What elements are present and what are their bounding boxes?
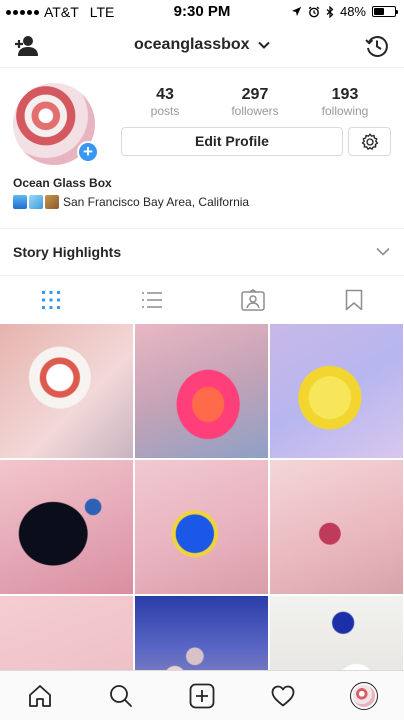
stat-value: 43 — [156, 86, 174, 103]
nav-profile[interactable] — [323, 671, 404, 720]
tab-list[interactable] — [101, 276, 202, 324]
bio-location: San Francisco Bay Area, California — [63, 195, 250, 209]
username: oceanglassbox — [133, 36, 250, 53]
post-thumbnail[interactable] — [135, 460, 268, 594]
tab-tagged[interactable] — [202, 276, 303, 324]
bio-line: San Francisco Bay Area, California — [13, 195, 249, 209]
stat-following[interactable]: 193 following — [300, 86, 390, 118]
display-name: Ocean Glass Box — [13, 176, 112, 190]
list-icon — [141, 292, 162, 308]
nav-new-post[interactable] — [162, 671, 243, 720]
bottom-nav — [0, 670, 404, 720]
chevron-down-icon — [258, 41, 270, 49]
stat-label: followers — [231, 104, 279, 118]
wave-emoji-icon — [13, 195, 27, 209]
stat-label: following — [321, 104, 369, 118]
tab-grid[interactable] — [0, 276, 101, 324]
profile-header: oceanglassbox — [0, 24, 404, 68]
saved-icon — [345, 289, 362, 311]
stat-posts[interactable]: 43 posts — [120, 86, 210, 118]
new-post-icon — [189, 683, 215, 708]
settings-button[interactable] — [348, 127, 391, 156]
location-arrow-icon — [291, 6, 302, 17]
post-thumbnail[interactable] — [135, 324, 268, 458]
profile-stats: 43 posts 297 followers 193 following — [120, 86, 390, 118]
battery-icon — [372, 6, 398, 17]
posts-grid — [0, 324, 404, 720]
post-thumbnail[interactable] — [0, 324, 133, 458]
profile-avatar-small — [349, 681, 378, 710]
tab-saved[interactable] — [303, 276, 404, 324]
history-icon[interactable] — [364, 33, 390, 59]
gear-icon — [361, 132, 378, 150]
bluetooth-icon — [326, 5, 334, 18]
stat-value: 297 — [241, 86, 269, 103]
edit-profile-button[interactable]: Edit Profile — [121, 127, 343, 156]
tagged-icon — [240, 289, 265, 311]
package-emoji-icon — [45, 195, 59, 209]
post-thumbnail[interactable] — [270, 460, 403, 594]
chevron-down-icon — [376, 247, 390, 256]
post-thumbnail[interactable] — [270, 324, 403, 458]
battery-percent: 48% — [339, 4, 366, 19]
grid-icon — [41, 291, 60, 309]
stat-label: posts — [150, 104, 180, 118]
nav-home[interactable] — [0, 671, 81, 720]
post-thumbnail[interactable] — [0, 460, 133, 594]
add-story-plus-icon[interactable]: + — [77, 141, 99, 163]
story-highlights-row[interactable]: Story Highlights — [0, 229, 404, 275]
stat-value: 193 — [331, 86, 359, 103]
heart-icon — [271, 685, 295, 706]
story-highlights-label: Story Highlights — [13, 244, 122, 260]
fish-emoji-icon — [29, 195, 43, 209]
stat-followers[interactable]: 297 followers — [210, 86, 300, 118]
view-tabs — [0, 276, 404, 324]
username-switcher[interactable]: oceanglassbox — [0, 36, 404, 54]
alarm-icon — [308, 5, 320, 17]
status-bar: AT&T LTE 9:30 PM 48% — [0, 0, 404, 24]
search-icon — [110, 684, 133, 707]
nav-search[interactable] — [81, 671, 162, 720]
nav-activity[interactable] — [242, 671, 323, 720]
home-icon — [29, 684, 52, 707]
status-right: 48% — [291, 4, 398, 19]
